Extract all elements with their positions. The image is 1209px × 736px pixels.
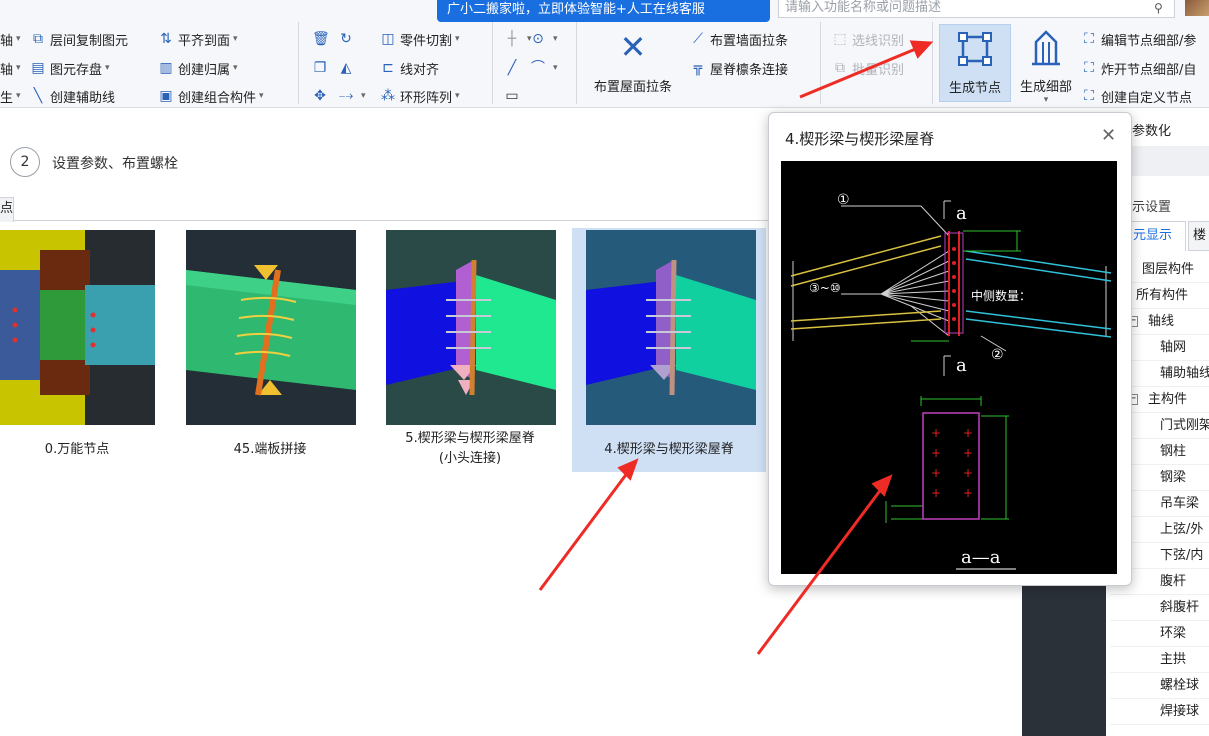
annotation-arrows — [538, 40, 934, 655]
annotation-arrow — [538, 471, 630, 591]
annotation-arrow — [756, 487, 884, 655]
annotation-arrowhead — [617, 458, 639, 481]
annotation-arrow — [799, 46, 919, 99]
annotation-arrowhead — [871, 474, 893, 497]
annotation-arrowhead — [909, 40, 934, 59]
